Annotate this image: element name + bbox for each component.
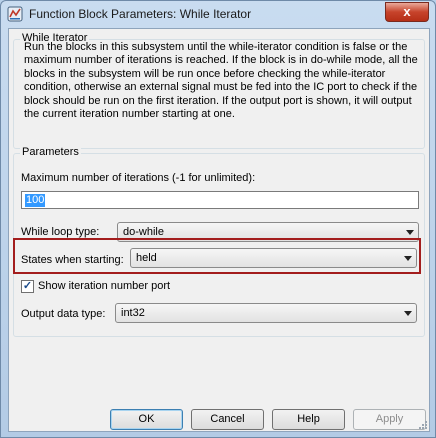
show-iteration-label: Show iteration number port — [38, 280, 171, 292]
parameters-group-title: Parameters — [20, 146, 81, 158]
simulink-app-icon — [7, 6, 23, 22]
ok-button[interactable]: OK — [110, 409, 183, 430]
dialog-window: Function Block Parameters: While Iterato… — [0, 0, 436, 438]
block-description: Run the blocks in this subsystem until t… — [24, 41, 418, 121]
dialog-body: While Iterator Run the blocks in this su… — [8, 28, 430, 432]
block-description-group: While Iterator Run the blocks in this su… — [13, 32, 425, 149]
output-data-type-select[interactable]: int32 — [115, 303, 417, 323]
max-iterations-label: Maximum number of iterations (-1 for unl… — [21, 172, 256, 184]
states-when-starting-value: held — [136, 252, 157, 264]
output-data-type-value: int32 — [121, 307, 145, 319]
show-iteration-checkbox[interactable]: ✓ — [21, 280, 34, 293]
max-iterations-input[interactable]: 100 — [21, 191, 419, 209]
max-iterations-value: 100 — [25, 194, 46, 207]
while-loop-type-value: do-while — [123, 226, 164, 238]
states-when-starting-select[interactable]: held — [130, 248, 417, 268]
while-loop-type-label: While loop type: — [21, 226, 100, 238]
chevron-down-icon — [404, 311, 412, 316]
chevron-down-icon — [406, 230, 414, 235]
close-button[interactable]: x — [385, 2, 429, 22]
chevron-down-icon — [404, 256, 412, 261]
output-data-type-label: Output data type: — [21, 308, 106, 320]
resize-grip-icon[interactable] — [416, 418, 428, 430]
states-when-starting-label: States when starting: — [21, 254, 124, 266]
window-title: Function Block Parameters: While Iterato… — [29, 7, 252, 21]
help-button[interactable]: Help — [272, 409, 345, 430]
title-bar[interactable]: Function Block Parameters: While Iterato… — [1, 1, 435, 27]
cancel-button[interactable]: Cancel — [191, 409, 264, 430]
